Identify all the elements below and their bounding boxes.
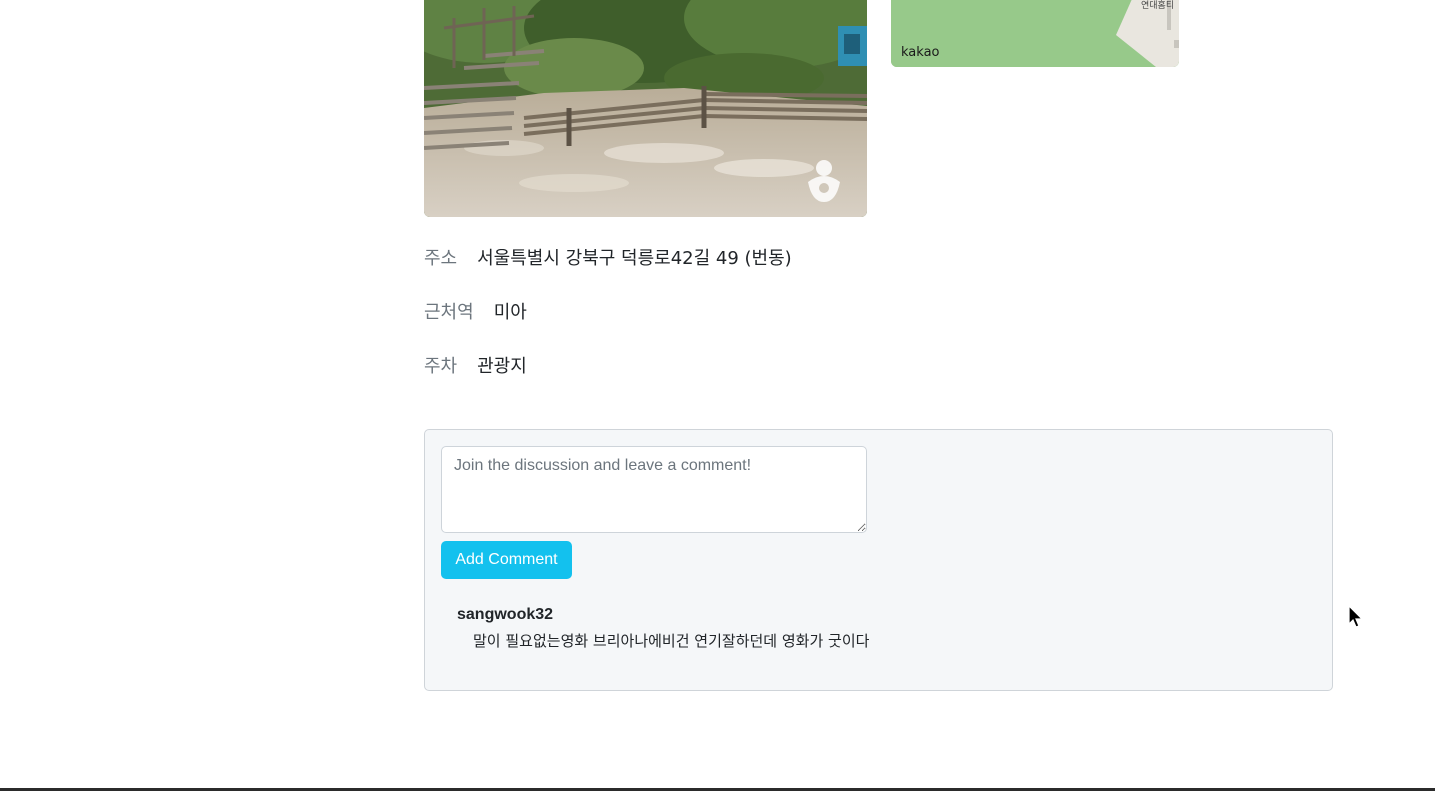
location-map[interactable]: 연대홈티 kakao (891, 0, 1179, 67)
place-detail-page: 연대홈티 kakao 주소 서울특별시 강북구 덕릉로42길 49 (번동) 근… (0, 0, 1435, 791)
nearby-station-value: 미아 (493, 302, 527, 323)
comment-input[interactable] (441, 446, 867, 533)
comment-item: sangwook32 말이 필요없는영화 브리아나에비건 연기잘하던데 영화가 … (457, 606, 869, 651)
comment-author: sangwook32 (457, 606, 554, 623)
comment-text: 말이 필요없는영화 브리아나에비건 연기잘하던데 영화가 굿이다 (473, 632, 870, 650)
mouse-cursor-icon (1348, 604, 1364, 634)
parking-row: 주차 관광지 (424, 352, 527, 378)
parking-label: 주차 (424, 356, 458, 377)
kakao-logo: kakao (901, 45, 940, 60)
place-photo (424, 0, 867, 217)
parking-value: 관광지 (477, 356, 527, 377)
address-value: 서울특별시 강북구 덕릉로42길 49 (번동) (477, 248, 792, 269)
add-comment-button[interactable]: Add Comment (441, 541, 572, 579)
address-row: 주소 서울특별시 강북구 덕릉로42길 49 (번동) (424, 244, 792, 270)
nearby-station-label: 근처역 (424, 302, 474, 323)
nearby-station-row: 근처역 미아 (424, 298, 527, 324)
address-label: 주소 (424, 248, 458, 269)
map-street-label: 연대홈티 (1141, 1, 1175, 11)
comment-section: Add Comment sangwook32 말이 필요없는영화 브리아나에비건… (424, 429, 1333, 691)
